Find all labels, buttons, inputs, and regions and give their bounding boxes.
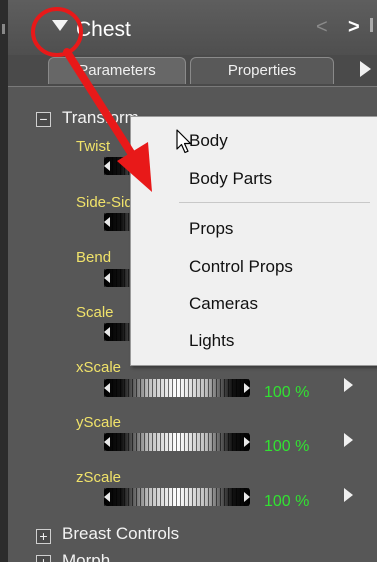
zscale-menu-arrow-icon[interactable] [344, 488, 353, 502]
actor-name-title[interactable]: Chest [76, 18, 131, 42]
menu-item-lights[interactable]: Lights [189, 331, 234, 351]
yscale-label: yScale [76, 414, 122, 431]
yscale-dial[interactable] [104, 433, 250, 451]
previous-actor-button[interactable]: < [316, 16, 328, 39]
xscale-value[interactable]: 100 % [264, 384, 309, 402]
bend-label: Bend [76, 249, 112, 266]
dial-right-arrow-icon[interactable] [244, 492, 250, 502]
yscale-value[interactable]: 100 % [264, 438, 309, 456]
dial-right-arrow-icon[interactable] [244, 437, 250, 447]
dial-left-arrow-icon[interactable] [104, 327, 110, 337]
dial-left-arrow-icon[interactable] [104, 492, 110, 502]
morph-expand-toggle[interactable]: + [36, 555, 51, 562]
tab-parameters[interactable]: Parameters [48, 57, 186, 84]
actor-list-popup-menu: Body Body Parts Props Control Props Came… [130, 116, 377, 366]
zscale-label: zScale [76, 469, 122, 486]
tab-options-arrow-icon[interactable] [360, 61, 371, 77]
menu-item-body[interactable]: Body [189, 131, 228, 151]
morph-group-label[interactable]: Morph [62, 551, 110, 562]
panel-title-bar: Chest < > [8, 0, 377, 55]
transform-collapse-toggle[interactable]: − [36, 112, 51, 127]
dial-left-arrow-icon[interactable] [104, 273, 110, 283]
actor-menu-triangle-icon[interactable] [52, 20, 68, 31]
menu-item-cameras[interactable]: Cameras [189, 294, 258, 314]
zscale-value[interactable]: 100 % [264, 493, 309, 511]
tab-properties[interactable]: Properties [190, 57, 334, 84]
menu-item-props[interactable]: Props [189, 219, 233, 239]
zscale-dial[interactable] [104, 488, 250, 506]
xscale-menu-arrow-icon[interactable] [344, 378, 353, 392]
dial-left-arrow-icon[interactable] [104, 161, 110, 171]
twist-label: Twist [76, 138, 111, 155]
scale-label: Scale [76, 304, 114, 321]
dial-left-arrow-icon[interactable] [104, 383, 110, 393]
parameters-panel: Chest < > Parameters Properties − Transf… [0, 0, 377, 562]
panel-grip[interactable] [2, 24, 5, 34]
tab-bar: Parameters Properties [8, 55, 377, 87]
breast-controls-expand-toggle[interactable]: + [36, 529, 51, 544]
dial-left-arrow-icon[interactable] [104, 217, 110, 227]
next-actor-button[interactable]: > [348, 16, 360, 39]
xscale-label: xScale [76, 359, 122, 376]
breast-controls-group-label[interactable]: Breast Controls [62, 524, 179, 544]
menu-item-control-props[interactable]: Control Props [189, 257, 293, 277]
menu-separator [179, 202, 370, 203]
dial-left-arrow-icon[interactable] [104, 437, 110, 447]
dial-right-arrow-icon[interactable] [244, 383, 250, 393]
yscale-menu-arrow-icon[interactable] [344, 433, 353, 447]
transform-group-label[interactable]: Transform [62, 108, 139, 128]
menu-item-body-parts[interactable]: Body Parts [189, 169, 272, 189]
panel-right-grip[interactable] [370, 18, 373, 32]
mouse-cursor-icon [176, 129, 192, 154]
xscale-dial[interactable] [104, 379, 250, 397]
